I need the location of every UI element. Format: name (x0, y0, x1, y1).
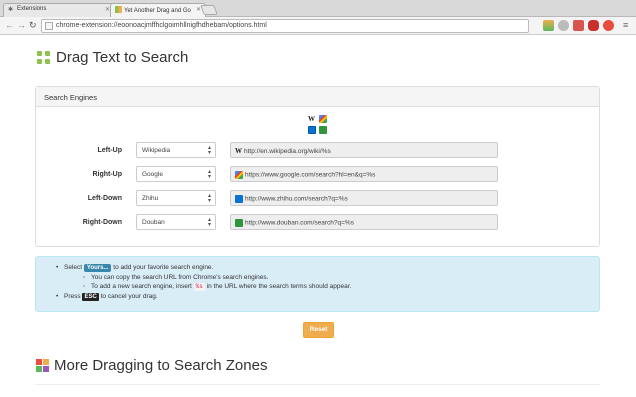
select-arrows-icon: ▴ ▾ (207, 193, 211, 204)
divider (35, 384, 600, 385)
select-arrows-icon: ▴ ▾ (207, 145, 211, 156)
engine-select-right-down[interactable]: Douban ▴ ▾ (136, 214, 216, 230)
help-subitem-insert: To add a new search engine, insert %s in… (36, 282, 599, 292)
url-value: http://www.douban.com/search?q=%s (245, 219, 354, 227)
douban-icon (319, 126, 327, 134)
menu-icon[interactable]: ≡ (623, 20, 628, 31)
tab-label: Extensions (17, 6, 47, 12)
engine-url-field-right-up[interactable]: https://www.google.com/search?hl=en&q=%s (230, 166, 498, 182)
help-text: Select (64, 264, 83, 271)
tab-drag-and-go[interactable]: Yet Another Drag and Go ✕ (110, 3, 206, 17)
forward-icon[interactable]: → (17, 20, 26, 31)
direction-icons: W (308, 115, 328, 135)
help-text: Press (64, 292, 81, 300)
drag-and-go-icon (115, 6, 122, 13)
help-item-select: Select Yours... to add your favorite sea… (36, 263, 599, 273)
help-item-esc: Press ESC to cancel your drag. (36, 292, 599, 302)
select-value: Zhihu (142, 195, 159, 202)
yours-tag: Yours... (83, 264, 112, 272)
help-text: to cancel your drag. (100, 292, 158, 300)
engine-url-field-right-down[interactable]: http://www.douban.com/search?q=%s (230, 214, 498, 230)
help-text: in the URL where the search terms should… (206, 283, 352, 290)
select-value: Wikipedia (142, 147, 171, 154)
address-url: chrome-extension://eoonoacjmffhclgoimhll… (56, 22, 267, 29)
tab-label: Yet Another Drag and Go (124, 8, 191, 14)
address-bar[interactable]: chrome-extension://eoonoacjmffhclgoimhll… (41, 19, 567, 33)
douban-icon (235, 219, 243, 227)
reset-button[interactable]: Reset (303, 322, 334, 338)
extension-badge-icon[interactable] (603, 20, 614, 31)
select-value: Douban (142, 219, 165, 226)
wikipedia-icon: W (235, 147, 242, 155)
engine-select-right-up[interactable]: Google ▴ ▾ (136, 166, 216, 182)
zhihu-icon (308, 126, 316, 134)
extension-red-icon[interactable] (573, 20, 584, 31)
help-info-box: Select Yours... to add your favorite sea… (35, 256, 600, 312)
esc-key-tag: ESC (82, 292, 99, 301)
drag-logo-icon (37, 51, 50, 64)
engine-url-field-left-down[interactable]: http://www.zhihu.com/search?q=%s (230, 190, 498, 206)
section-title: More Dragging to Search Zones (36, 357, 267, 374)
panel-heading: Search Engines (36, 87, 599, 107)
section-title-text: More Dragging to Search Zones (54, 357, 268, 374)
tab-strip: ✱ Extensions ✕ Yet Another Drag and Go ✕ (0, 0, 636, 17)
pocket-icon[interactable] (588, 20, 599, 31)
row-label: Left-Down (87, 195, 122, 202)
engine-select-left-up[interactable]: Wikipedia ▴ ▾ (136, 142, 216, 158)
extension-gray-icon[interactable] (558, 20, 569, 31)
engine-url-field-left-up[interactable]: Whttp://en.wikipedia.org/wiki/%s (230, 142, 498, 158)
page-title: Drag Text to Search (37, 49, 188, 66)
row-label: Right-Down (82, 219, 122, 226)
url-value: http://www.zhihu.com/search?q=%s (245, 195, 348, 203)
new-tab-button[interactable] (200, 5, 218, 15)
placeholder-tag: %s (193, 283, 205, 291)
help-text: to add your favorite search engine. (113, 264, 214, 271)
engine-select-left-down[interactable]: Zhihu ▴ ▾ (136, 190, 216, 206)
url-value: http://en.wikipedia.org/wiki/%s (244, 148, 331, 155)
select-value: Google (142, 171, 163, 178)
google-icon (319, 115, 327, 123)
puzzle-icon: ✱ (8, 7, 14, 13)
select-arrows-icon: ▴ ▾ (207, 217, 211, 228)
back-icon[interactable]: ← (5, 20, 14, 31)
page-title-text: Drag Text to Search (56, 49, 189, 66)
help-subitem-copy: You can copy the search URL from Chrome'… (36, 273, 599, 283)
select-arrows-icon: ▴ ▾ (207, 169, 211, 180)
reload-icon[interactable]: ↻ (29, 20, 37, 31)
wikipedia-icon: W (308, 115, 315, 123)
zhihu-icon (235, 195, 243, 203)
search-zones-icon (36, 359, 49, 372)
url-value: https://www.google.com/search?hl=en&q=%s (245, 171, 376, 179)
row-label: Left-Up (97, 147, 123, 154)
browser-toolbar: ← → ↻ chrome-extension://eoonoacjmffhclg… (0, 17, 636, 35)
help-text: To add a new search engine, insert (91, 283, 192, 290)
page-icon (45, 22, 53, 30)
row-label: Right-Up (92, 171, 122, 178)
google-icon (235, 171, 243, 179)
tab-extensions[interactable]: ✱ Extensions ✕ (3, 3, 115, 17)
help-text: You can copy the search URL from Chrome'… (91, 273, 269, 281)
drag-and-go-extension-icon[interactable] (543, 20, 554, 31)
